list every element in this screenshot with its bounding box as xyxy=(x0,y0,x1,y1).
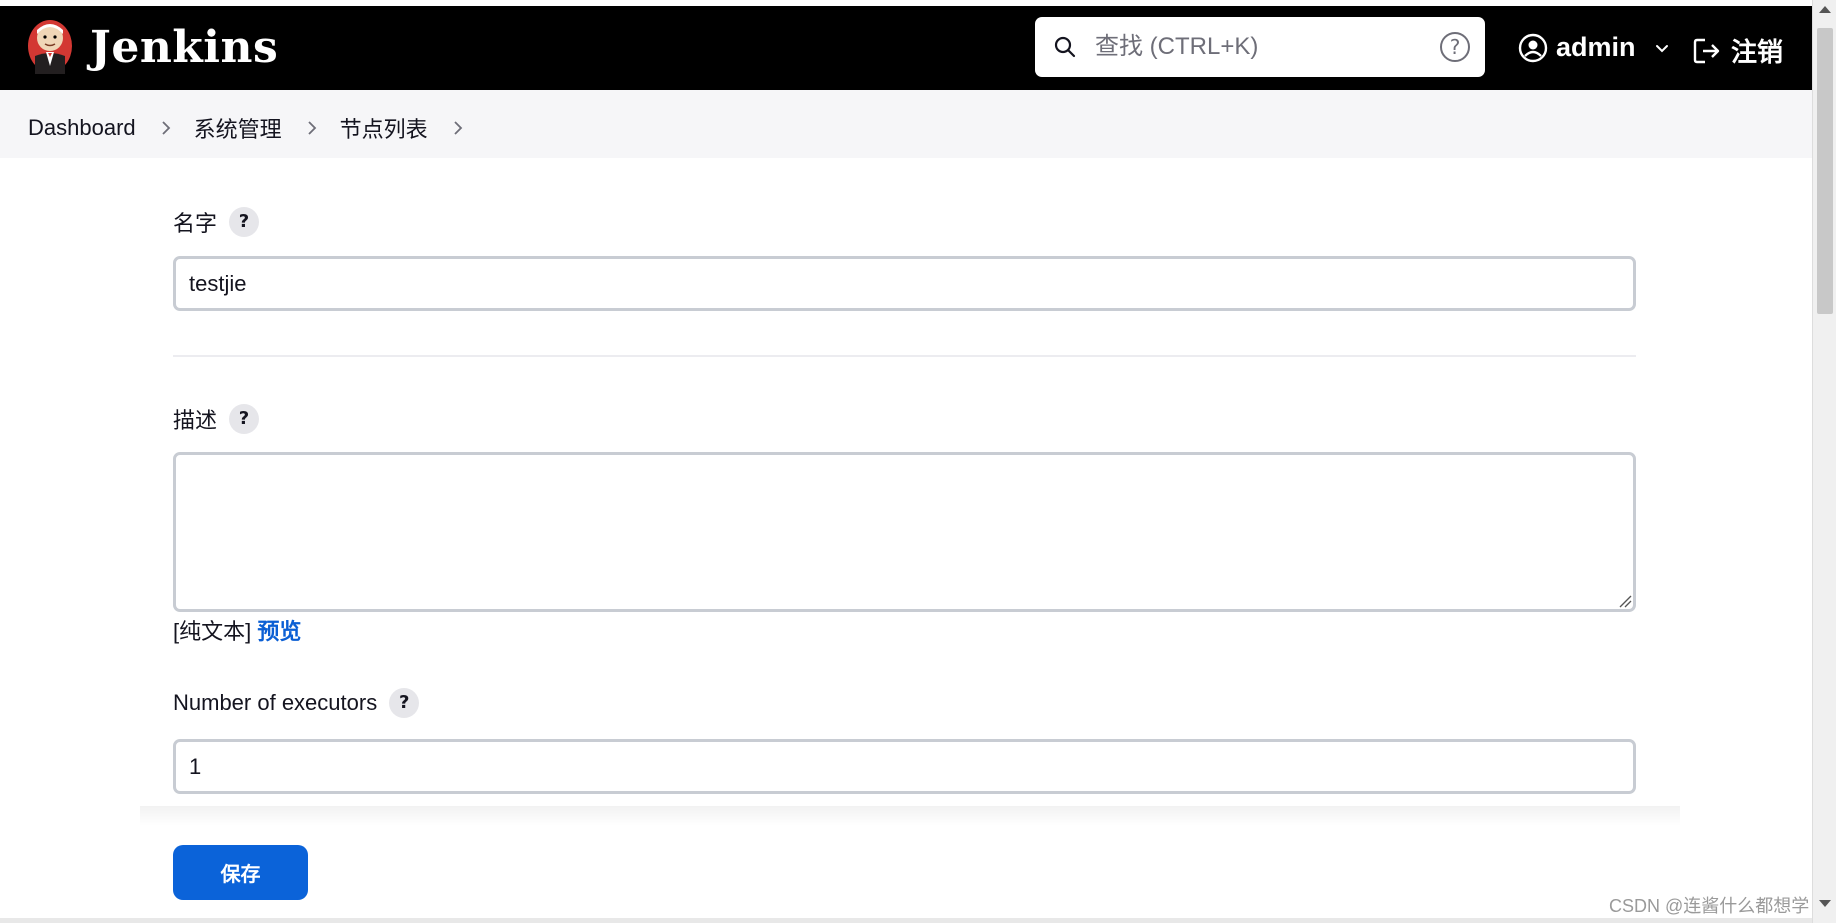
breadcrumb-dashboard[interactable]: Dashboard xyxy=(28,115,136,141)
name-field-label: 名字 ? xyxy=(173,206,260,238)
help-icon[interactable]: ? xyxy=(229,207,260,237)
resize-grip-icon[interactable] xyxy=(1618,594,1632,608)
help-icon[interactable]: ? xyxy=(389,688,420,718)
description-textarea[interactable] xyxy=(173,452,1636,612)
bottom-bar-shadow xyxy=(140,806,1680,826)
executors-input[interactable] xyxy=(173,739,1636,794)
user-menu[interactable]: admin xyxy=(1518,32,1670,63)
description-label: 描述 xyxy=(173,408,218,433)
help-icon[interactable]: ? xyxy=(229,404,260,434)
save-button[interactable]: 保存 xyxy=(173,845,308,900)
plain-text-label: [纯文本] xyxy=(173,619,252,644)
breadcrumb-manage[interactable]: 系统管理 xyxy=(194,112,282,144)
description-field-label: 描述 ? xyxy=(173,403,260,435)
chevron-right-icon xyxy=(308,121,316,135)
logout-label: 注销 xyxy=(1731,37,1784,67)
divider xyxy=(173,355,1636,357)
user-icon xyxy=(1518,33,1548,62)
home-link[interactable]: Jenkins xyxy=(26,16,278,78)
preview-line: [纯文本] 预览 xyxy=(173,614,301,646)
breadcrumb-nodes[interactable]: 节点列表 xyxy=(340,112,428,144)
breadcrumb: Dashboard 系统管理 节点列表 xyxy=(0,90,1812,158)
help-icon[interactable]: ? xyxy=(1440,32,1470,62)
search-input[interactable] xyxy=(1095,29,1415,65)
window-bottom-edge xyxy=(0,918,1812,923)
search-icon xyxy=(1054,36,1076,58)
executors-field-label: Number of executors ? xyxy=(173,688,420,718)
logout-icon xyxy=(1693,38,1720,63)
name-label: 名字 xyxy=(173,211,218,236)
name-input[interactable] xyxy=(173,256,1636,311)
brand-name: Jenkins xyxy=(90,21,279,73)
executors-label: Number of executors xyxy=(173,690,378,715)
top-header: Jenkins ? admin 注销 xyxy=(0,6,1812,90)
search-box[interactable]: ? xyxy=(1035,17,1485,77)
scroll-up-icon[interactable] xyxy=(1819,6,1831,13)
preview-link[interactable]: 预览 xyxy=(257,619,301,644)
chevron-right-icon[interactable] xyxy=(452,120,464,136)
chevron-right-icon xyxy=(162,121,170,135)
scroll-thumb[interactable] xyxy=(1817,28,1833,314)
jenkins-logo-icon xyxy=(28,20,72,74)
watermark: CSDN @连酱什么都想学 xyxy=(1609,896,1810,916)
user-name: admin xyxy=(1556,32,1636,62)
scroll-down-icon[interactable] xyxy=(1819,900,1831,907)
vertical-scrollbar[interactable] xyxy=(1812,0,1836,923)
chevron-down-icon[interactable] xyxy=(1654,40,1670,56)
logout-button[interactable]: 注销 xyxy=(1692,32,1783,69)
